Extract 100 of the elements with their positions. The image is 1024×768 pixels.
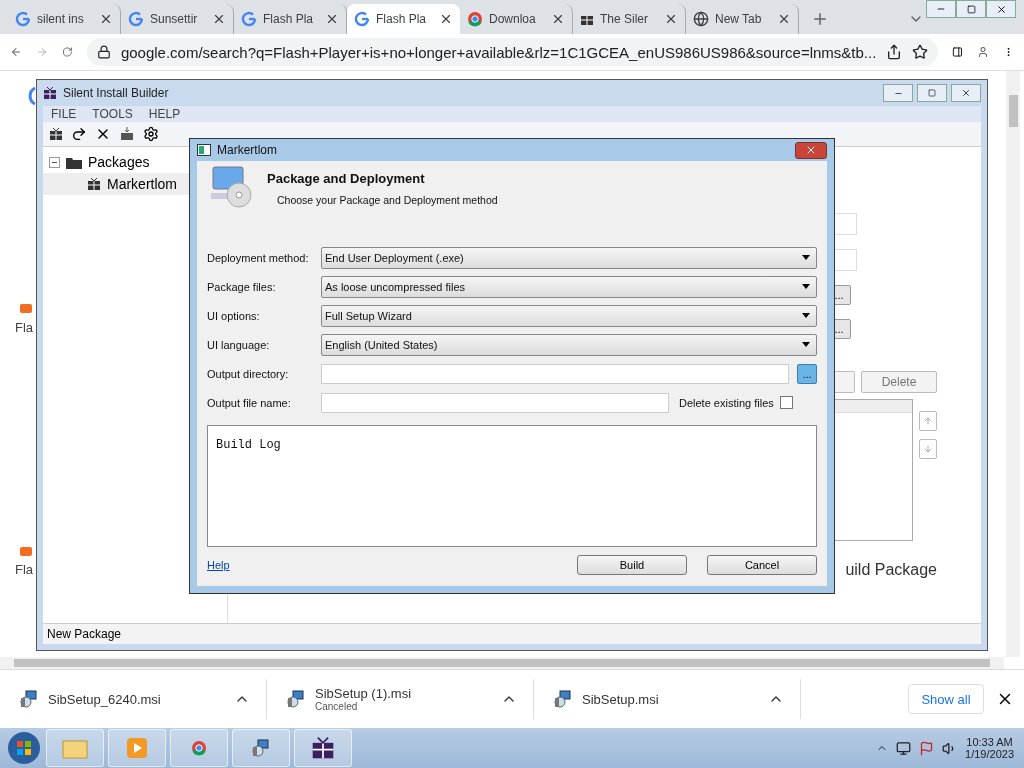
close-icon[interactable]: [212, 12, 226, 26]
restore-button[interactable]: [956, 0, 986, 18]
dialog-subheading: Choose your Package and Deployment method: [277, 194, 498, 206]
dropdown[interactable]: English (United States): [321, 333, 817, 356]
browse-button[interactable]: ...: [797, 363, 817, 384]
tree-label: Packages: [88, 154, 150, 170]
lock-icon: [96, 45, 111, 59]
help-link[interactable]: Help: [207, 559, 230, 571]
flag-icon[interactable]: [919, 740, 935, 756]
share-icon[interactable]: [886, 44, 903, 60]
google-icon: [354, 11, 370, 27]
scrollbar[interactable]: [1006, 71, 1020, 657]
build-icon[interactable]: [119, 127, 135, 141]
chrome-icon: [191, 740, 207, 756]
site-badge-icon: [20, 304, 32, 313]
checkbox[interactable]: [779, 396, 793, 409]
close-icon[interactable]: [777, 12, 791, 26]
download-status: Canceled: [315, 701, 359, 712]
dialog-heading: Package and Deployment: [267, 171, 426, 186]
close-icon[interactable]: [99, 12, 113, 26]
close-button[interactable]: [986, 0, 1016, 18]
close-icon[interactable]: [664, 12, 678, 26]
browser-tab[interactable]: Flash Pla: [347, 4, 460, 34]
tab-title: The Siler: [600, 12, 650, 26]
window-title: Silent Install Builder: [63, 86, 169, 100]
dialog-title: Markertlom: [217, 143, 277, 157]
gift-taskbar-button[interactable]: [294, 729, 352, 767]
field-label: Output file name:: [207, 396, 292, 409]
download-item[interactable]: SibSetup (1).msi Canceled: [267, 679, 534, 719]
result-title: Fla: [15, 320, 34, 335]
address-bar[interactable]: google.com/search?q=Flash+Player+is+no+longer+available&rlz=1C1GCEA_enUS986US986&source=lnms&tb...: [86, 38, 939, 66]
globe-icon: [693, 11, 709, 27]
caret-icon: [802, 313, 810, 318]
close-icon[interactable]: [439, 12, 453, 26]
input-field[interactable]: [321, 392, 669, 413]
installer-icon: [252, 739, 270, 757]
menu-item[interactable]: FILE: [51, 107, 77, 121]
star-icon[interactable]: [912, 44, 929, 60]
dropdown[interactable]: Full Setup Wizard: [321, 304, 817, 327]
arrow-down-icon: [923, 444, 933, 454]
network-icon[interactable]: [896, 740, 912, 756]
installer-taskbar-button[interactable]: [232, 729, 290, 767]
window-icon: [197, 144, 211, 156]
scrollbar[interactable]: [0, 657, 1004, 669]
tab-title: Flash Pla: [376, 12, 428, 26]
collapse-icon[interactable]: [49, 156, 60, 168]
redo-icon[interactable]: [71, 126, 87, 142]
minimize-button[interactable]: [926, 0, 956, 18]
field-label: Deployment method:: [207, 251, 310, 264]
close-icon[interactable]: [325, 12, 339, 26]
play-icon: [126, 737, 148, 759]
arrow-up-icon: [923, 416, 933, 426]
close-button[interactable]: [795, 141, 827, 159]
close-button[interactable]: [951, 84, 981, 102]
gift-icon: [87, 177, 101, 191]
caret-icon: [802, 255, 810, 260]
folder-icon: [62, 737, 88, 759]
installer-icon: [554, 690, 572, 708]
installer-icon: [287, 690, 305, 708]
clock[interactable]: 10:33 AM 1/19/2023: [965, 736, 1014, 760]
tab-title: Downloa: [489, 12, 537, 26]
delete-button[interactable]: Delete: [861, 371, 937, 393]
new-tab-icon[interactable]: [811, 10, 829, 28]
field-label: Output directory:: [207, 367, 290, 380]
download-item[interactable]: SibSetup.msi: [534, 679, 801, 719]
show-all-button[interactable]: Show all: [908, 684, 984, 714]
caret-icon: [802, 342, 810, 347]
tab-title: Sunsettir: [150, 12, 199, 26]
tab-title: New Tab: [715, 12, 763, 26]
restore-icon: [928, 89, 936, 97]
site-badge-icon: [20, 547, 32, 556]
settings-icon[interactable]: [143, 126, 159, 142]
file-name: SibSetup_6240.msi: [48, 691, 162, 707]
build-package-text[interactable]: uild Package: [845, 561, 937, 579]
field-label: UI language:: [207, 338, 271, 351]
google-icon: [128, 11, 144, 27]
result-title: Fla: [15, 562, 34, 577]
download-item[interactable]: SibSetup_6240.msi: [0, 679, 267, 719]
checkbox-label: Delete existing files: [679, 396, 774, 409]
dropdown[interactable]: End User Deployment (.exe): [321, 246, 817, 269]
field-label: UI options:: [207, 309, 261, 322]
cancel-button[interactable]: Cancel: [707, 555, 817, 575]
file-name: SibSetup (1).msi: [315, 686, 413, 701]
folder-icon: [66, 155, 82, 169]
installer-icon: [20, 690, 38, 708]
menu-item[interactable]: TOOLS: [92, 107, 133, 121]
input-field[interactable]: [321, 363, 789, 384]
close-icon: [805, 144, 817, 156]
caret-icon: [802, 284, 810, 289]
close-icon: [995, 3, 1007, 15]
build-button[interactable]: Build: [577, 555, 687, 575]
menu-item[interactable]: HELP: [148, 107, 181, 121]
tab-title: Flash Pla: [263, 12, 315, 26]
file-name: SibSetup.msi: [582, 691, 660, 707]
tab-title: silent ins: [37, 12, 85, 26]
close-icon[interactable]: [551, 12, 565, 26]
chrome-taskbar-button[interactable]: [170, 729, 228, 767]
start-button[interactable]: [6, 730, 42, 766]
gift-icon: [311, 736, 335, 760]
dropdown[interactable]: As loose uncompressed files: [321, 275, 817, 298]
